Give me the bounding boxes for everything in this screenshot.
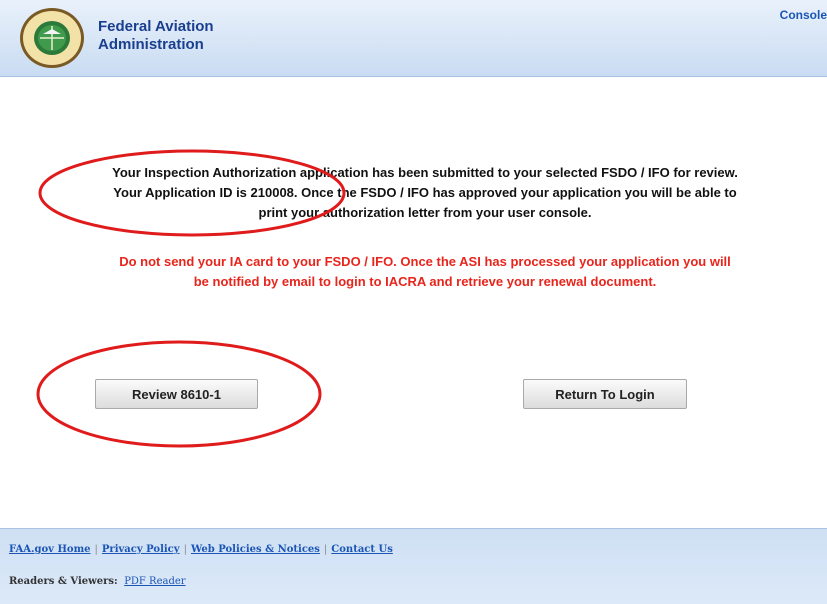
- confirmation-line-3: print your authorization letter from you…: [258, 205, 592, 220]
- confirmation-line-1: Your Inspection Authorization applicatio…: [112, 165, 738, 180]
- confirmation-line-2: Your Application ID is 210008. Once the …: [113, 185, 737, 200]
- footer-link-web-policies[interactable]: Web Policies & Notices: [191, 544, 320, 555]
- warning-line-1: Do not send your IA card to your FSDO / …: [119, 254, 731, 269]
- footer-link-privacy-policy[interactable]: Privacy Policy: [102, 544, 180, 555]
- warning-message: Do not send your IA card to your FSDO / …: [60, 252, 790, 292]
- page-footer: FAA.gov Home | Privacy Policy | Web Policies…: [0, 528, 827, 604]
- faa-seal-logo: [20, 8, 84, 68]
- footer-link-faa-home[interactable]: FAA.gov Home: [9, 544, 91, 555]
- console-link[interactable]: Console: [780, 8, 827, 22]
- readers-label: Readers & Viewers:: [9, 576, 118, 587]
- footer-links: FAA.gov Home | Privacy Policy | Web Policies…: [9, 544, 393, 555]
- pdf-reader-link[interactable]: PDF Reader: [124, 576, 185, 587]
- readers-viewers: Readers & Viewers: PDF Reader: [9, 576, 186, 587]
- footer-separator: |: [183, 544, 187, 555]
- footer-separator: |: [323, 544, 328, 555]
- footer-separator: |: [94, 544, 98, 555]
- agency-title-line1: Federal Aviation: [98, 18, 214, 35]
- return-to-login-button[interactable]: Return To Login: [523, 379, 687, 409]
- footer-link-contact-us[interactable]: Contact Us: [331, 544, 393, 555]
- agency-title-line2: Administration: [98, 36, 204, 53]
- confirmation-message: Your Inspection Authorization applicatio…: [60, 163, 790, 223]
- warning-line-2: be notified by email to login to IACRA a…: [193, 274, 657, 289]
- review-8610-1-button[interactable]: Review 8610-1: [95, 379, 258, 409]
- agency-title: Federal Aviation Administration: [98, 18, 214, 54]
- page-header: Federal Aviation Administration Console: [0, 0, 827, 77]
